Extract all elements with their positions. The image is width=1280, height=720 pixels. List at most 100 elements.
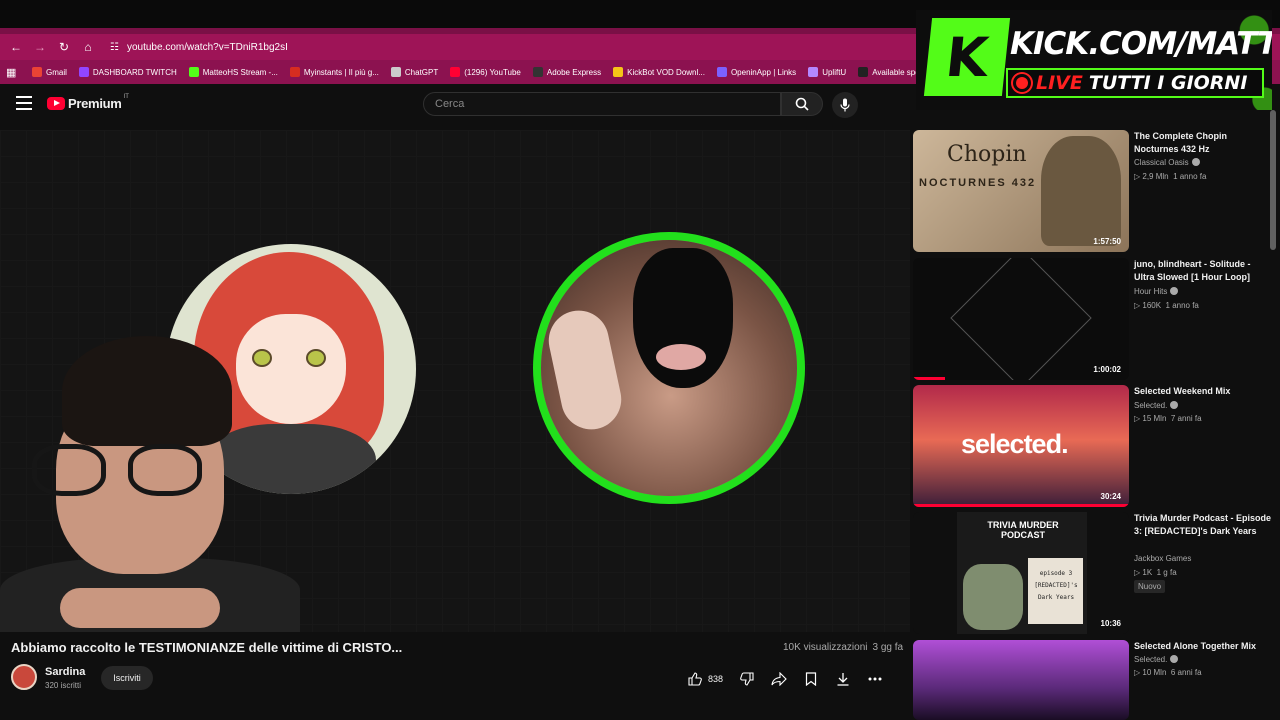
video-thumbnail[interactable]: 1:00:02 bbox=[913, 258, 1129, 380]
more-options-button[interactable] bbox=[859, 666, 891, 692]
bookmark-available-sponsor[interactable]: Available spon bbox=[858, 67, 924, 77]
kick-url-text: KICK.COM/MATTEOHS bbox=[1010, 26, 1272, 62]
recommendation-channel[interactable]: Selected. bbox=[1134, 401, 1179, 410]
home-icon[interactable]: ⌂ bbox=[76, 36, 100, 58]
channel-name[interactable]: Sardina bbox=[45, 666, 85, 678]
search-icon bbox=[795, 97, 809, 111]
video-thumbnail[interactable] bbox=[913, 640, 1129, 720]
address-text[interactable]: youtube.com/watch?v=TDniR1bg2sI bbox=[127, 42, 288, 53]
character-image bbox=[963, 564, 1023, 630]
forward-arrow-icon[interactable]: → bbox=[28, 36, 52, 58]
recommendation-title[interactable]: The Complete Chopin Nocturnes 432 Hz bbox=[1134, 130, 1272, 156]
recommendation-item[interactable]: selected. 30:24 Selected Weekend Mix Sel… bbox=[913, 385, 1273, 509]
site-info-icon[interactable]: ☷ bbox=[110, 42, 119, 53]
thumbnail-text: selected. bbox=[961, 429, 1069, 459]
back-arrow-icon[interactable]: ← bbox=[4, 36, 28, 58]
thumbnail-text: TRIVIA MURDER PODCAST bbox=[987, 520, 1059, 540]
duration-badge: 1:57:50 bbox=[1093, 237, 1121, 246]
thumbnail-subtext: episode 3 [REDACTED]'s Dark Years bbox=[1034, 570, 1078, 601]
recommendation-channel[interactable]: Hour Hits bbox=[1134, 287, 1179, 296]
subscribe-button[interactable]: Iscriviti bbox=[101, 666, 153, 690]
thumbs-up-icon bbox=[688, 672, 702, 686]
verified-icon bbox=[1170, 287, 1179, 295]
verified-icon bbox=[1191, 158, 1200, 166]
bookmark-myinstants[interactable]: Myinstants | Il più g... bbox=[289, 67, 379, 77]
verified-icon bbox=[1170, 401, 1179, 409]
share-button[interactable] bbox=[763, 666, 795, 692]
reload-icon[interactable]: ↻ bbox=[52, 36, 76, 58]
bookmark-matteohs-stream[interactable]: MatteoHS Stream -... bbox=[188, 67, 278, 77]
kickbot-icon bbox=[613, 67, 624, 77]
download-button[interactable] bbox=[827, 666, 859, 692]
video-actions: 838 bbox=[680, 666, 891, 692]
kick-overlay: K KICK.COM/MATTEOHS LIVE TUTTI I GIORNI bbox=[916, 10, 1272, 110]
youtube-logo[interactable]: Premium IT bbox=[47, 93, 129, 111]
bookmark-upliftu[interactable]: UpliftU bbox=[808, 67, 846, 77]
recommendation-title[interactable]: Selected Alone Together Mix bbox=[1134, 640, 1272, 653]
recommendation-item[interactable]: Selected Alone Together Mix Selected. ▷ … bbox=[913, 640, 1273, 720]
recommendation-title[interactable]: Trivia Murder Podcast - Episode 3: [REDA… bbox=[1134, 512, 1272, 538]
video-thumbnail[interactable]: TRIVIA MURDER PODCAST episode 3 [REDACTE… bbox=[913, 512, 1129, 634]
logo-text: Premium bbox=[68, 96, 122, 111]
chatgpt-icon bbox=[390, 67, 401, 77]
thumbnail-subtext: NOCTURNES 432 Hz bbox=[919, 177, 1059, 189]
bookmark-youtube[interactable]: (1296) YouTube bbox=[450, 67, 521, 77]
twitch-icon bbox=[78, 67, 89, 77]
thumbnail-text: Chopin bbox=[947, 142, 1027, 167]
bookmark-dashboard-twitch[interactable]: DASHBOARD TWITCH bbox=[78, 67, 177, 77]
upload-age: 3 gg fa bbox=[872, 642, 904, 653]
logo-country: IT bbox=[123, 93, 129, 100]
search-button[interactable] bbox=[781, 92, 823, 116]
microphone-icon bbox=[840, 98, 850, 112]
verified-icon bbox=[1170, 655, 1179, 663]
schedule-label: TUTTI I GIORNI bbox=[1088, 72, 1248, 94]
recommendation-item[interactable]: TRIVIA MURDER PODCAST episode 3 [REDACTE… bbox=[913, 512, 1273, 636]
adobe-icon bbox=[532, 67, 543, 77]
recommendation-item[interactable]: 1:00:02 juno, blindheart - Solitude - Ul… bbox=[913, 258, 1273, 382]
video-player[interactable] bbox=[0, 130, 910, 632]
dislike-button[interactable] bbox=[731, 666, 763, 692]
channel-avatar[interactable] bbox=[11, 664, 37, 690]
recommendation-stats: ▷ 15 Mln 7 anni fa bbox=[1134, 414, 1202, 423]
recommendation-item[interactable]: Chopin NOCTURNES 432 Hz 1:57:50 The Comp… bbox=[913, 130, 1273, 254]
bookmark-kickbot[interactable]: KickBot VOD Downl... bbox=[613, 67, 705, 77]
save-button[interactable] bbox=[795, 666, 827, 692]
video-title: Abbiamo raccolto le TESTIMONIANZE delle … bbox=[11, 640, 403, 655]
recommendation-channel[interactable]: Jackbox Games bbox=[1134, 554, 1191, 563]
streamer-webcam bbox=[0, 326, 300, 632]
apps-grid-icon[interactable]: ▦ bbox=[6, 66, 22, 79]
openinapp-icon bbox=[716, 67, 727, 77]
recommendation-title[interactable]: juno, blindheart - Solitude - Ultra Slow… bbox=[1134, 258, 1272, 284]
recommendation-stats: ▷ 1K 1 g fa bbox=[1134, 568, 1177, 577]
video-thumbnail[interactable]: Chopin NOCTURNES 432 Hz 1:57:50 bbox=[913, 130, 1129, 252]
masked-person-image bbox=[533, 232, 805, 504]
menu-icon[interactable] bbox=[16, 96, 32, 110]
recommendation-channel[interactable]: Selected. bbox=[1134, 655, 1179, 664]
bookmark-adobe-express[interactable]: Adobe Express bbox=[532, 67, 601, 77]
kick-icon bbox=[188, 67, 199, 77]
recommendation-channel[interactable]: Classical Oasis bbox=[1134, 158, 1200, 167]
myinstants-icon bbox=[289, 67, 300, 77]
sidebar-scrollbar[interactable] bbox=[1270, 110, 1276, 250]
youtube-header: Premium IT Cerca bbox=[0, 84, 910, 124]
bookmark-chatgpt[interactable]: ChatGPT bbox=[390, 67, 438, 77]
search-input[interactable]: Cerca bbox=[423, 92, 781, 116]
duration-badge: 10:36 bbox=[1100, 619, 1121, 628]
bookmark-openinapp[interactable]: OpeninApp | Links bbox=[716, 67, 796, 77]
address-bar[interactable]: ☷ youtube.com/watch?v=TDniR1bg2sI bbox=[110, 42, 288, 53]
like-count: 838 bbox=[708, 674, 724, 684]
thumbs-down-icon bbox=[740, 672, 754, 686]
like-button[interactable]: 838 bbox=[680, 666, 731, 692]
voice-search-button[interactable] bbox=[832, 92, 858, 118]
bookmark-gmail[interactable]: Gmail bbox=[32, 67, 67, 77]
recommendation-title[interactable]: Selected Weekend Mix bbox=[1134, 385, 1272, 398]
video-meta: 10K visualizzazioni 3 gg fa bbox=[783, 642, 903, 653]
gmail-icon bbox=[32, 67, 42, 77]
youtube-page: Premium IT Cerca Abbiamo raccolto le TES… bbox=[0, 84, 1280, 720]
duration-badge: 1:00:02 bbox=[1093, 365, 1121, 374]
upliftu-icon bbox=[808, 67, 819, 77]
watch-progress bbox=[913, 377, 946, 380]
video-thumbnail[interactable]: selected. 30:24 bbox=[913, 385, 1129, 507]
more-horizontal-icon bbox=[868, 677, 882, 681]
recommendations-sidebar: Chopin NOCTURNES 432 Hz 1:57:50 The Comp… bbox=[910, 84, 1280, 720]
